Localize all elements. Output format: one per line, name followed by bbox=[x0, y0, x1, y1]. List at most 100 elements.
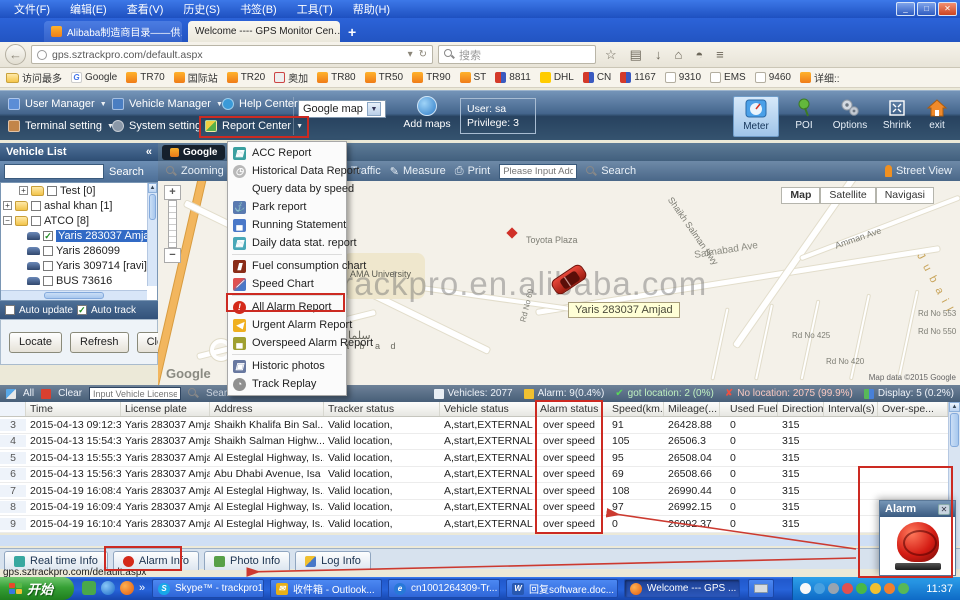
scroll-thumb[interactable] bbox=[149, 194, 156, 220]
tree-node-atco[interactable]: −ATCO [8] bbox=[1, 213, 157, 228]
clipboard-icon[interactable]: ▤ bbox=[626, 47, 646, 63]
menu-tools[interactable]: 工具(T) bbox=[287, 1, 343, 17]
language-keyboard-button[interactable] bbox=[748, 579, 774, 598]
volume-icon[interactable] bbox=[870, 583, 881, 594]
checkbox[interactable] bbox=[47, 186, 57, 196]
col-used-fuel[interactable]: Used Fuel... bbox=[720, 402, 778, 416]
close-button[interactable]: ✕ bbox=[938, 2, 957, 16]
new-tab-button[interactable]: + bbox=[348, 24, 356, 40]
poi-button[interactable]: POI bbox=[781, 96, 827, 137]
menu-bookmarks[interactable]: 书签(B) bbox=[230, 1, 287, 17]
menu-item-running-statement[interactable]: ▄Running Statement bbox=[228, 216, 346, 234]
menu-item-acc-report[interactable]: ▦ACC Report bbox=[228, 144, 346, 162]
zoom-in-button[interactable]: + bbox=[164, 185, 181, 200]
url-dropdown-icon[interactable]: ▾ bbox=[408, 49, 413, 60]
chat-icon[interactable]: ◓ bbox=[691, 47, 707, 62]
col-mileage[interactable]: Mileage(... bbox=[664, 402, 720, 416]
tray-icon[interactable] bbox=[842, 583, 853, 594]
col-speed[interactable]: Speed(km... bbox=[602, 402, 664, 416]
antivirus-shield-icon[interactable] bbox=[856, 583, 867, 594]
meter-button[interactable]: Meter bbox=[733, 96, 779, 137]
tree-vertical-scrollbar[interactable]: ▲ bbox=[147, 183, 157, 286]
menu-item-urgent-alarm[interactable]: ◀Urgent Alarm Report bbox=[228, 316, 346, 334]
map-type-select[interactable]: Google map▼ bbox=[298, 100, 386, 118]
scroll-thumb[interactable] bbox=[950, 413, 959, 447]
vehicle-manager-menu[interactable]: Vehicle Manager▼ bbox=[112, 98, 223, 110]
bookmark-st[interactable]: ST bbox=[460, 72, 487, 83]
task-outlook[interactable]: ✉收件箱 - Outlook... bbox=[270, 579, 382, 598]
menu-item-park-report[interactable]: ⚓Park report bbox=[228, 198, 346, 216]
hamburger-menu-icon[interactable]: ≡ bbox=[712, 47, 728, 62]
scroll-up-icon[interactable]: ▲ bbox=[949, 402, 960, 412]
checkbox[interactable] bbox=[31, 201, 41, 211]
home-icon[interactable]: ⌂ bbox=[670, 47, 686, 62]
vehicle-search-button[interactable]: Search bbox=[109, 166, 144, 178]
search-box[interactable]: 搜索 bbox=[438, 45, 596, 64]
checkbox[interactable] bbox=[31, 216, 41, 226]
checkbox[interactable] bbox=[43, 276, 53, 286]
menu-item-fuel-chart[interactable]: ▮Fuel consumption chart bbox=[228, 257, 346, 275]
quick-launch-more-icon[interactable]: » bbox=[139, 582, 145, 594]
clear-button[interactable]: Clear bbox=[58, 388, 82, 399]
task-ie-page[interactable]: ecn1001264309-Tr... bbox=[388, 579, 500, 598]
menu-item-track-replay[interactable]: ◔Track Replay bbox=[228, 375, 346, 393]
scroll-up-icon[interactable]: ▲ bbox=[148, 183, 157, 193]
table-row[interactable]: 62015-04-13 15:56:39Yaris 283037 AmjadAb… bbox=[0, 467, 948, 484]
bookmark-most-visited[interactable]: 访问最多 bbox=[6, 70, 62, 85]
tray-icon[interactable] bbox=[814, 583, 825, 594]
exit-button[interactable]: exit bbox=[914, 96, 960, 137]
downloads-icon[interactable]: ↓ bbox=[651, 47, 666, 62]
menu-help[interactable]: 帮助(H) bbox=[343, 1, 400, 17]
bookmark-ems[interactable]: EMS bbox=[710, 72, 746, 83]
expand-icon[interactable]: + bbox=[3, 201, 12, 210]
tab-photo-info[interactable]: Photo Info bbox=[204, 551, 290, 570]
tree-vehicle-yaris-286099[interactable]: Yaris 286099 bbox=[1, 243, 157, 258]
tree-node-ashal-khan[interactable]: +ashal khan [1] bbox=[1, 198, 157, 213]
col-address[interactable]: Address bbox=[210, 402, 324, 416]
checkbox[interactable] bbox=[43, 246, 53, 256]
back-button[interactable]: ← bbox=[5, 44, 26, 65]
bookmark-tr90[interactable]: TR90 bbox=[412, 72, 450, 83]
menu-item-historic-photos[interactable]: ▣Historic photos bbox=[228, 357, 346, 375]
locate-button[interactable]: Locate bbox=[9, 332, 62, 353]
tab-gps-monitor[interactable]: Welcome ---- GPS Monitor Cen… ✕ bbox=[188, 21, 340, 42]
col-tracker-status[interactable]: Tracker status bbox=[324, 402, 440, 416]
zoom-slider[interactable] bbox=[168, 200, 177, 248]
menu-item-daily-stat[interactable]: ▦Daily data stat. report bbox=[228, 234, 346, 252]
tab-alibaba[interactable]: Alibaba制造商目录——供… ✕ bbox=[44, 21, 182, 42]
system-setting-menu[interactable]: System setting▼ bbox=[112, 120, 213, 132]
map-view-button[interactable]: Map bbox=[781, 187, 820, 204]
minimize-button[interactable]: _ bbox=[896, 2, 915, 16]
bookmark-tr20[interactable]: TR20 bbox=[227, 72, 265, 83]
tree-vehicle-yaris-309714[interactable]: Yaris 309714 [ravi] bbox=[1, 258, 157, 273]
tree-vehicle-yaris-283037[interactable]: ✓Yaris 283037 Amjad bbox=[1, 228, 157, 243]
qq-icon[interactable] bbox=[800, 583, 811, 594]
table-row[interactable]: 32015-04-13 09:12:39Yaris 283037 AmjadSh… bbox=[0, 417, 948, 434]
task-skype[interactable]: SSkype™ - trackpro18 bbox=[152, 579, 264, 598]
tray-icon[interactable] bbox=[828, 583, 839, 594]
table-row[interactable]: 52015-04-13 15:55:39Yaris 283037 AmjadAl… bbox=[0, 450, 948, 467]
table-row[interactable]: 92015-04-19 16:10:42Yaris 283037 AmjadAl… bbox=[0, 516, 948, 533]
address-bar[interactable]: gps.sztrackpro.com/default.aspx ▾ ↻ bbox=[31, 45, 433, 64]
bookmark-dhl[interactable]: DHL bbox=[540, 72, 574, 83]
taskbar-clock[interactable]: 11:37 bbox=[926, 583, 953, 595]
scroll-thumb[interactable] bbox=[44, 292, 104, 299]
checkbox[interactable] bbox=[43, 261, 53, 271]
zooming-tool[interactable]: Zooming bbox=[166, 165, 224, 177]
tree-horizontal-scrollbar[interactable] bbox=[1, 290, 147, 300]
street-view-button[interactable]: Street View bbox=[885, 165, 952, 177]
tray-icon[interactable] bbox=[898, 583, 909, 594]
menu-item-historical-data[interactable]: ◷Historical Data Report bbox=[228, 162, 346, 180]
task-word-doc[interactable]: W回复software.doc... bbox=[506, 579, 618, 598]
menu-item-overspeed-alarm[interactable]: ▄Overspeed Alarm Report bbox=[228, 334, 346, 352]
tray-icon[interactable] bbox=[884, 583, 895, 594]
col-direction[interactable]: Direction bbox=[778, 402, 824, 416]
auto-update-checkbox[interactable] bbox=[5, 305, 15, 315]
bookmark-tr80[interactable]: TR80 bbox=[317, 72, 355, 83]
all-button[interactable]: All bbox=[23, 388, 34, 399]
menu-file[interactable]: 文件(F) bbox=[4, 1, 60, 17]
col-overspeed[interactable]: Over-spe... bbox=[878, 402, 948, 416]
start-button[interactable]: 开始 bbox=[0, 577, 74, 600]
bookmark-1167[interactable]: 1167 bbox=[620, 72, 656, 83]
bookmark-star-icon[interactable]: ☆ bbox=[601, 47, 621, 63]
